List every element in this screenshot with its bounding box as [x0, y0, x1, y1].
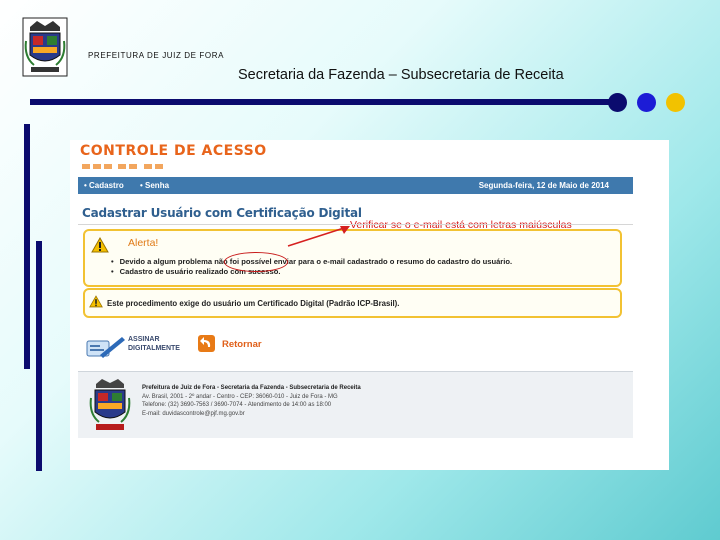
accent-dot-navy — [608, 93, 627, 112]
city-crest-logo — [22, 17, 68, 77]
title-divider — [30, 99, 618, 105]
notice-text: Este procedimento exige do usuário um Ce… — [107, 299, 400, 308]
footer-line: E-mail: duvidascontrole@pjf.mg.gov.br — [142, 410, 245, 417]
slide-title: Secretaria da Fazenda – Subsecretaria de… — [238, 67, 564, 83]
page-heading: Cadastrar Usuário com Certificação Digit… — [82, 206, 362, 220]
nav-bar: • Cadastro • Senha Segunda-feira, 12 de … — [78, 177, 633, 194]
nav-date: Segunda-feira, 12 de Maio de 2014 — [478, 181, 609, 190]
certificate-pen-icon — [86, 337, 125, 358]
annotation-circle — [224, 252, 288, 272]
footer-line: Prefeitura de Juiz de Fora - Secretaria … — [142, 385, 361, 391]
decor-vertical-bar — [24, 124, 30, 369]
alert-box: Alerta! Devido a algum problema não foi … — [83, 229, 622, 287]
alert-message: Cadastro de usuário realizado com sucess… — [111, 267, 512, 277]
annotation-arrow-icon — [287, 226, 350, 247]
controle-acesso-screenshot: CONTROLE DE ACESSO • Cadastro • Senha Se… — [70, 140, 669, 470]
decor-vertical-bar — [36, 241, 42, 471]
sign-digitally-button[interactable]: ASSINAR DIGITALMENTE — [86, 333, 190, 359]
controle-acesso-title: CONTROLE DE ACESSO — [80, 143, 267, 159]
notice-box: Este procedimento exige do usuário um Ce… — [83, 288, 622, 318]
footer-text: Prefeitura de Juiz de Fora - Secretaria … — [142, 384, 361, 418]
sign-label-line1: ASSINAR — [128, 336, 160, 343]
page-footer: Prefeitura de Juiz de Fora - Secretaria … — [78, 371, 633, 438]
alert-message: Devido a algum problema não foi possível… — [111, 257, 512, 267]
alert-title: Alerta! — [128, 237, 159, 249]
prefeitura-label: PREFEITURA DE JUIZ DE FORA — [88, 51, 225, 60]
accent-dot-yellow — [666, 93, 685, 112]
footer-line: Av. Brasil, 2001 - 2º andar - Centro - C… — [142, 393, 338, 400]
warning-icon — [91, 237, 109, 253]
footer-line: Telefone: (32) 3690-7563 / 3690-7074 - A… — [142, 402, 332, 409]
accent-dot-blue — [637, 93, 656, 112]
return-label: Retornar — [222, 339, 262, 350]
heading-underline — [78, 224, 633, 225]
nav-item-senha[interactable]: • Senha — [140, 181, 169, 190]
sign-label-line2: DIGITALMENTE — [128, 344, 180, 352]
return-button[interactable]: Retornar — [198, 333, 274, 359]
nav-item-cadastro[interactable]: • Cadastro — [84, 181, 124, 190]
city-crest-logo — [89, 379, 131, 430]
warning-icon — [89, 295, 103, 308]
sign-digitally-label: ASSINAR DIGITALMENTE — [128, 336, 180, 353]
header-decoration — [82, 164, 163, 169]
return-arrow-icon — [198, 335, 215, 352]
alert-messages: Devido a algum problema não foi possível… — [111, 257, 512, 276]
